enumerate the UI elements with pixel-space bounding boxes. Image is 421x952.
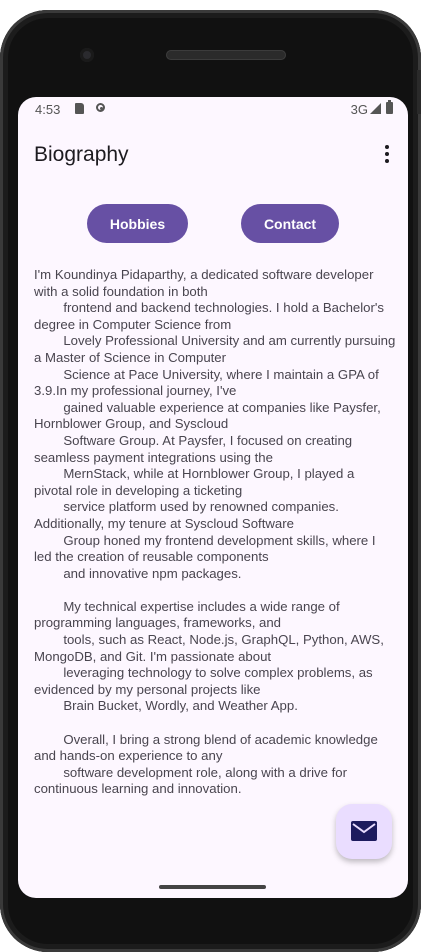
signal-icon [370,103,381,114]
battery-icon [386,100,393,114]
more-vert-icon[interactable] [381,145,393,163]
biography-text: I'm Koundinya Pidaparthy, a dedicated so… [34,267,396,797]
device-frame: 4:53 3G Biography Hobbies Contact I'm Ko… [0,10,421,952]
side-button [417,70,421,114]
network-type: 3G [350,102,368,117]
notification-dot-icon [96,103,105,112]
screen: 4:53 3G Biography Hobbies Contact I'm Ko… [18,97,408,898]
status-time: 4:53 [35,102,61,117]
top-app-bar: Biography [18,133,408,179]
page-title: Biography [34,143,129,166]
email-icon [351,821,377,841]
earpiece-speaker [166,50,286,60]
home-indicator[interactable] [159,885,266,889]
sd-card-icon [75,103,84,114]
hobbies-button[interactable]: Hobbies [87,204,188,243]
front-camera [80,48,94,62]
status-bar: 4:53 3G [18,97,408,123]
email-fab[interactable] [336,804,392,859]
contact-button[interactable]: Contact [241,204,339,243]
